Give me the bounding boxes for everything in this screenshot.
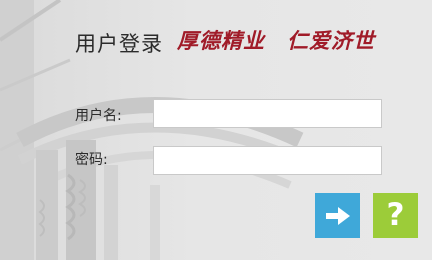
help-button[interactable]: ? (373, 193, 418, 238)
login-panel: 用户登录 厚德精业 仁爱济世 用户名: 密码: ? (0, 0, 432, 260)
login-button[interactable] (315, 193, 360, 238)
motto-part-1: 厚德精业 (177, 28, 265, 53)
school-motto: 厚德精业 仁爱济世 (177, 26, 375, 56)
username-input[interactable] (153, 99, 382, 128)
arrow-right-icon (325, 206, 350, 225)
password-label: 密码: (75, 152, 108, 168)
username-label: 用户名: (75, 108, 122, 124)
motto-part-2: 仁爱济世 (287, 28, 375, 53)
password-input[interactable] (153, 146, 382, 175)
login-title: 用户登录 (75, 32, 163, 56)
question-mark-icon: ? (386, 197, 405, 233)
